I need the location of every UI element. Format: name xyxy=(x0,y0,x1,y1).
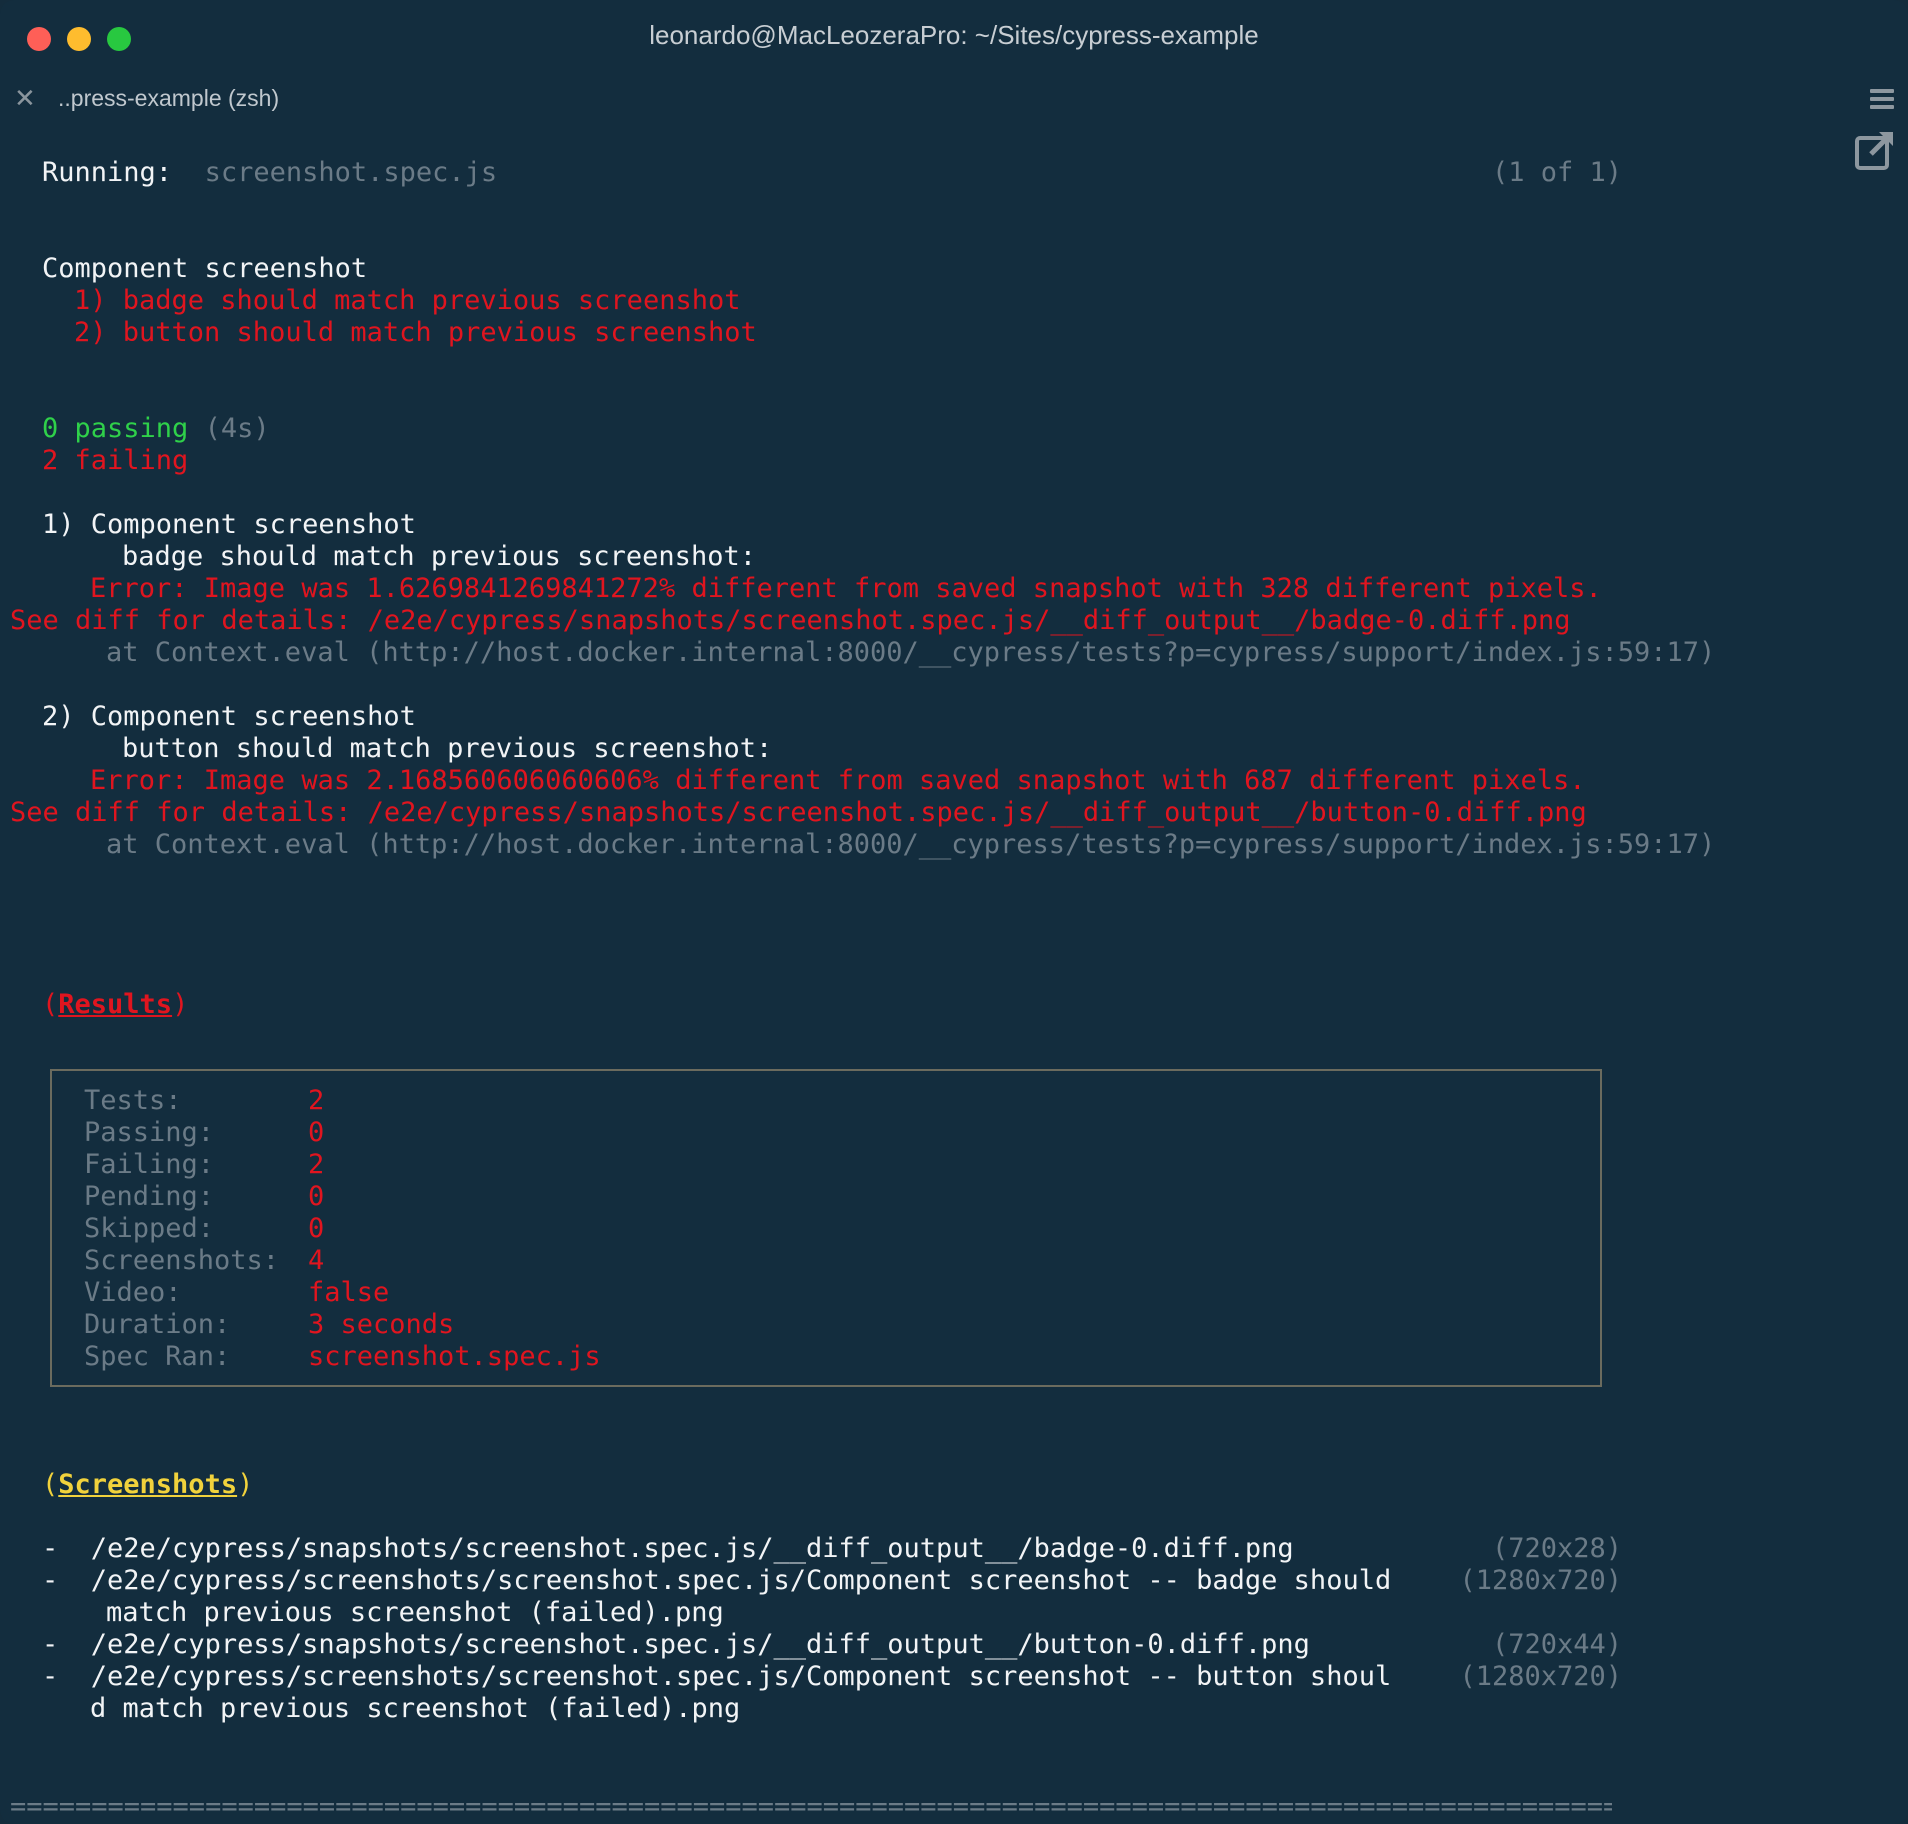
menu-icon[interactable] xyxy=(1870,89,1894,109)
screenshot-item: - /e2e/cypress/snapshots/screenshot.spec… xyxy=(42,1629,1310,1660)
running-count: (1 of 1) xyxy=(1491,157,1622,188)
footer-rule: ========================================… xyxy=(10,1791,1612,1822)
passing-time: (4s) xyxy=(204,413,270,444)
terminal-window: leonardo@MacLeozeraPro: ~/Sites/cypress-… xyxy=(0,0,1908,1824)
suite-test-1: 1) badge should match previous screensho… xyxy=(74,285,741,316)
tab-bar: ✕ ..press-example (zsh) xyxy=(0,76,1908,120)
tab-label[interactable]: ..press-example (zsh) xyxy=(58,85,279,112)
screenshot-item-cont: match previous screenshot (failed).png xyxy=(106,1597,724,1628)
running-spec: screenshot.spec.js xyxy=(204,157,498,188)
popout-icon[interactable] xyxy=(1853,128,1897,172)
failure-1-title: badge should match previous screenshot: xyxy=(122,541,756,572)
screenshot-size: (1280x720) xyxy=(1459,1661,1622,1692)
passing-line: 0 passing (4s) xyxy=(42,413,270,445)
screenshot-item: - /e2e/cypress/snapshots/screenshot.spec… xyxy=(42,1533,1294,1564)
running-label: Running: xyxy=(42,157,173,188)
failure-2-error: Error: Image was 2.168560606060606% diff… xyxy=(90,765,1586,796)
results-heading: (Results) xyxy=(42,989,189,1020)
failure-1-stack: at Context.eval (http://host.docker.inte… xyxy=(106,637,1716,668)
failure-1-error: Error: Image was 1.6269841269841272% dif… xyxy=(90,573,1602,604)
failing-count: 2 failing xyxy=(42,445,189,476)
failure-1-diff: See diff for details: /e2e/cypress/snaps… xyxy=(10,605,1571,636)
screenshot-item-cont: d match previous screenshot (failed).png xyxy=(90,1693,741,1724)
failure-2-diff: See diff for details: /e2e/cypress/snaps… xyxy=(10,797,1587,828)
screenshot-size: (720x28) xyxy=(1491,1533,1622,1564)
tab-close-icon[interactable]: ✕ xyxy=(14,86,40,112)
suite-name: Component screenshot xyxy=(42,253,368,284)
window-title: leonardo@MacLeozeraPro: ~/Sites/cypress-… xyxy=(649,20,1259,50)
running-line: Running: screenshot.spec.js xyxy=(42,157,497,189)
screenshot-size: (720x44) xyxy=(1491,1629,1622,1660)
failure-2-title: button should match previous screenshot: xyxy=(122,733,773,764)
failure-1-header: 1) Component screenshot xyxy=(42,509,416,540)
failure-2-stack: at Context.eval (http://host.docker.inte… xyxy=(106,829,1716,860)
screenshot-item: - /e2e/cypress/screenshots/screenshot.sp… xyxy=(42,1565,1392,1596)
screenshot-size: (1280x720) xyxy=(1459,1565,1622,1596)
title-bar: leonardo@MacLeozeraPro: ~/Sites/cypress-… xyxy=(0,0,1908,76)
screenshots-heading: (Screenshots) xyxy=(42,1469,254,1500)
failure-2-header: 2) Component screenshot xyxy=(42,701,416,732)
results-table xyxy=(50,1069,1602,1387)
passing-count: 0 passing xyxy=(42,413,189,444)
screenshot-item: - /e2e/cypress/screenshots/screenshot.sp… xyxy=(42,1661,1392,1692)
suite-test-2: 2) button should match previous screensh… xyxy=(74,317,757,348)
